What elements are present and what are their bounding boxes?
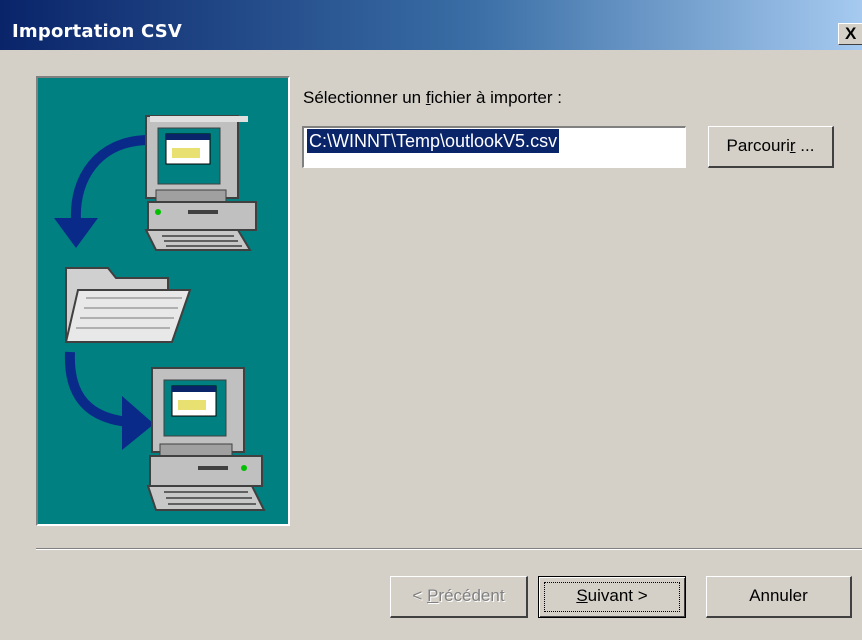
computer-icon — [146, 367, 266, 511]
close-button[interactable]: X — [838, 23, 862, 45]
footer-separator — [36, 548, 862, 550]
computer-icon — [144, 115, 257, 251]
cancel-label: Annuler — [749, 586, 808, 605]
title-bar[interactable]: Importation CSV X — [0, 0, 862, 50]
illustration-graphic — [54, 115, 266, 511]
close-icon: X — [845, 24, 857, 43]
folder-icon — [64, 267, 192, 343]
browse-label-prefix: Parcouri — [726, 136, 790, 155]
file-path-value: C:\WINNT\Temp\outlookV5.csv — [307, 129, 560, 153]
previous-button[interactable]: < Précédent — [390, 576, 528, 618]
file-label-suffix: ichier à importer : — [430, 88, 562, 107]
focus-rectangle — [544, 582, 680, 612]
file-path-input[interactable]: C:\WINNT\Temp\outlookV5.csv — [302, 126, 686, 168]
arrow-icon — [64, 351, 154, 450]
arrow-icon — [54, 135, 147, 248]
browse-label-suffix: ... — [795, 136, 815, 155]
previous-label-mnemonic: P — [427, 586, 439, 605]
file-select-label: Sélectionner un fichier à importer : — [303, 88, 562, 108]
file-label-prefix: Sélectionner un — [303, 88, 426, 107]
previous-label-prefix: < — [412, 586, 428, 605]
previous-label-suffix: récédent — [438, 586, 505, 605]
cancel-button[interactable]: Annuler — [706, 576, 852, 618]
browse-button[interactable]: Parcourir ... — [708, 126, 834, 168]
wizard-illustration — [36, 76, 290, 526]
window-title: Importation CSV — [12, 21, 182, 42]
next-button[interactable]: Suivant > — [538, 576, 686, 618]
